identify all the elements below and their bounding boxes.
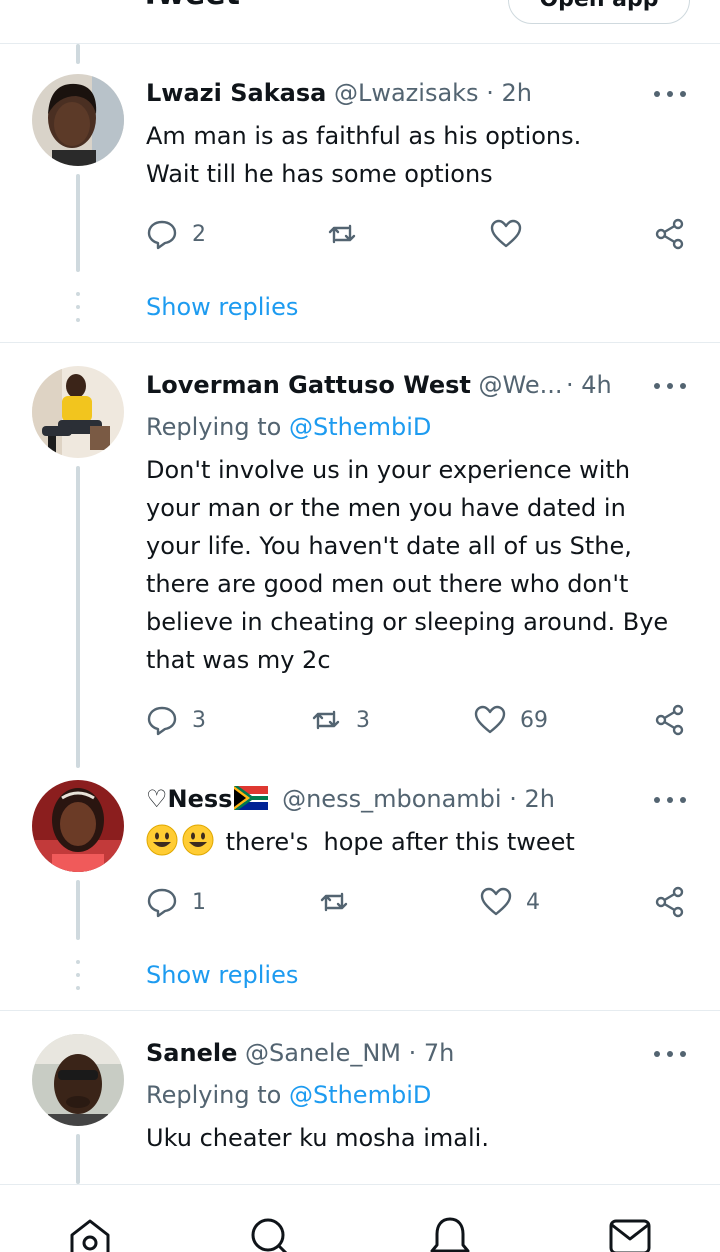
reply-button[interactable]: 3 xyxy=(146,705,206,736)
search-icon[interactable] xyxy=(248,1215,292,1252)
avatar[interactable] xyxy=(32,1034,124,1126)
tweet-text-line: there are good men out there who don't xyxy=(146,570,629,598)
retweet-button[interactable] xyxy=(318,887,350,917)
share-button[interactable] xyxy=(654,218,686,250)
avatar[interactable] xyxy=(32,780,124,872)
thread-line xyxy=(76,466,80,768)
thread-line xyxy=(76,44,80,64)
divider xyxy=(0,1010,720,1011)
notifications-icon[interactable] xyxy=(428,1215,472,1252)
retweet-icon xyxy=(328,224,356,244)
replying-prefix: Replying to xyxy=(146,413,282,441)
reply-button[interactable]: 2 xyxy=(146,219,206,250)
retweet-button[interactable] xyxy=(326,219,358,249)
tweet-text: Don't involve us in your experience with… xyxy=(146,451,696,679)
share-icon xyxy=(655,218,684,250)
heart-icon xyxy=(490,219,522,248)
heart-icon xyxy=(480,887,512,916)
share-icon xyxy=(655,886,684,918)
display-name[interactable]: ♡Ness xyxy=(146,785,232,813)
handle[interactable]: @Lwazisaks xyxy=(334,79,479,107)
thread-line xyxy=(76,880,80,940)
retweet-icon xyxy=(320,892,348,912)
tweet-text-line: Don't involve us in your experience with xyxy=(146,456,631,484)
reply-header: Loverman Gattuso West @We... xyxy=(146,370,563,400)
replying-to: Replying to @SthembiD xyxy=(146,412,431,442)
display-name[interactable]: Sanele xyxy=(146,1039,237,1067)
thread-line xyxy=(76,174,80,272)
like-count: 69 xyxy=(520,707,548,733)
reply-count: 1 xyxy=(192,889,206,915)
heart-icon xyxy=(474,705,506,734)
retweet-button[interactable]: 3 xyxy=(310,705,370,735)
display-name[interactable]: Lwazi Sakasa xyxy=(146,79,326,107)
replying-to: Replying to @SthembiD xyxy=(146,1080,431,1110)
tweet-text-line: that was my 2c xyxy=(146,646,331,674)
top-bar: Tweet Open app xyxy=(0,0,720,44)
tweet-text: Am man is as faithful as his options. Wa… xyxy=(146,117,696,193)
tweet-text: there's hope after this tweet xyxy=(146,823,696,861)
show-replies-link[interactable]: Show replies xyxy=(146,960,298,990)
timestamp[interactable]: · 7h xyxy=(409,1039,455,1067)
reply-icon xyxy=(147,706,177,736)
like-button[interactable]: 4 xyxy=(480,887,540,917)
timestamp[interactable]: · 2h xyxy=(486,79,532,107)
display-name[interactable]: Loverman Gattuso West xyxy=(146,371,471,399)
like-button[interactable] xyxy=(490,219,522,249)
replying-to-mention[interactable]: @SthembiD xyxy=(289,413,431,441)
reply-header: ♡Ness @ness_mbonambi · 2h xyxy=(146,784,555,814)
timestamp[interactable]: · 2h xyxy=(509,785,555,813)
page-title: Tweet xyxy=(140,0,240,10)
more-options-icon[interactable] xyxy=(654,1048,686,1060)
handle[interactable]: @ness_mbonambi xyxy=(282,785,501,813)
retweet-icon xyxy=(312,710,340,730)
thread-line xyxy=(76,1134,80,1184)
divider xyxy=(0,342,720,343)
reply-count: 2 xyxy=(192,221,206,247)
handle[interactable]: @Sanele_NM xyxy=(245,1039,401,1067)
reply-button[interactable]: 1 xyxy=(146,887,206,918)
replying-prefix: Replying to xyxy=(146,1081,282,1109)
grinning-face-icon xyxy=(146,824,178,856)
replying-to-mention[interactable]: @SthembiD xyxy=(289,1081,431,1109)
open-app-button[interactable]: Open app xyxy=(508,0,690,24)
like-button[interactable]: 69 xyxy=(474,705,548,735)
grinning-face-icon xyxy=(182,824,214,856)
avatar[interactable] xyxy=(32,74,124,166)
south-africa-flag-icon xyxy=(234,786,269,810)
retweet-count: 3 xyxy=(356,707,370,733)
tweet-text-line: your life. You haven't date all of us St… xyxy=(146,532,632,560)
timestamp[interactable]: · 4h xyxy=(566,370,612,400)
thread-collapsed-dots xyxy=(76,960,80,990)
show-replies-link[interactable]: Show replies xyxy=(146,292,298,322)
tweet-text-line: Uku cheater ku mosha imali. xyxy=(146,1124,489,1152)
tweet-text: Uku cheater ku mosha imali. xyxy=(146,1119,696,1157)
reply-icon xyxy=(147,220,177,250)
reply-header: Lwazi Sakasa @Lwazisaks · 2h xyxy=(146,78,532,108)
back-arrow-icon[interactable] xyxy=(30,0,60,14)
reply-icon xyxy=(147,888,177,918)
tweet-text-line: believe in cheating or sleeping around. … xyxy=(146,608,669,636)
avatar[interactable] xyxy=(32,366,124,458)
more-options-icon[interactable] xyxy=(654,794,686,806)
tweet-text-line: there's hope after this tweet xyxy=(225,828,575,856)
share-button[interactable] xyxy=(654,886,686,918)
handle[interactable]: @We... xyxy=(479,371,563,399)
tweet-text-line: Wait till he has some options xyxy=(146,160,493,188)
like-count: 4 xyxy=(526,889,540,915)
messages-icon[interactable] xyxy=(608,1215,652,1252)
tweet-text-line: your man or the men you have dated in xyxy=(146,494,626,522)
thread-collapsed-dots xyxy=(76,292,80,322)
tweet-text-line: Am man is as faithful as his options. xyxy=(146,122,582,150)
home-icon[interactable] xyxy=(68,1215,112,1252)
reply-count: 3 xyxy=(192,707,206,733)
more-options-icon[interactable] xyxy=(654,380,686,392)
bottom-nav xyxy=(0,1184,720,1252)
more-options-icon[interactable] xyxy=(654,88,686,100)
reply-header: Sanele @Sanele_NM · 7h xyxy=(146,1038,454,1068)
share-button[interactable] xyxy=(654,704,686,736)
share-icon xyxy=(655,704,684,736)
